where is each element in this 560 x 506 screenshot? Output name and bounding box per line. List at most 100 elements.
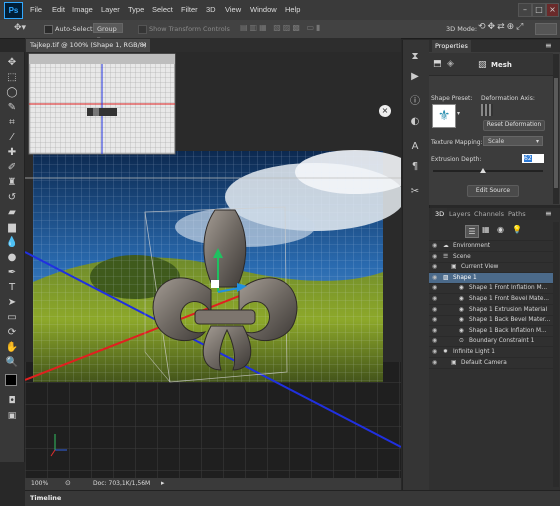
tab-paths[interactable]: Paths	[508, 208, 526, 220]
tab-properties[interactable]: Properties	[432, 40, 471, 52]
scene-item[interactable]: ◉ ▣ Default Camera	[429, 358, 553, 369]
shape-icon[interactable]: ▭	[4, 311, 20, 325]
menu-3d[interactable]: 3D	[206, 5, 216, 14]
scene-item[interactable]: ◉ ▨ Shape 1	[429, 272, 553, 284]
menu-file[interactable]: File	[30, 5, 42, 14]
dodge-icon[interactable]: ●	[4, 251, 20, 265]
visibility-eye-icon[interactable]: ◉	[432, 252, 437, 262]
preset-dropdown-arrow-icon[interactable]: ▾	[457, 110, 460, 117]
foreground-color-swatch[interactable]	[5, 374, 17, 386]
workspace-dropdown[interactable]	[535, 23, 557, 35]
properties-scrollbar[interactable]	[553, 54, 559, 204]
hand-icon[interactable]: ✋	[4, 341, 20, 355]
3d-panel-scrollbar[interactable]	[553, 222, 559, 487]
edit-source-button[interactable]: Edit Source	[467, 185, 519, 197]
scene-item[interactable]: ◉ ☁ Environment	[429, 241, 553, 252]
3d-rotate-icon[interactable]: ⟳	[4, 326, 20, 340]
visibility-eye-icon[interactable]: ◉	[432, 336, 437, 346]
visibility-eye-icon[interactable]: ◉	[432, 358, 437, 368]
extrusion-depth-slider[interactable]	[433, 170, 543, 172]
actions-icon[interactable]: ▶	[408, 70, 422, 84]
align-icons[interactable]: ▤▥▦ ▧▨▩ ▭▮	[240, 23, 322, 32]
info-icon[interactable]: ⓘ	[408, 95, 422, 109]
materials-filter-icon[interactable]: ◉	[497, 225, 504, 234]
adjustments-icon[interactable]: ◐	[408, 115, 422, 129]
scene-item[interactable]: ◉ ⊙ Boundary Constraint 1	[429, 336, 553, 348]
visibility-eye-icon[interactable]: ◉	[432, 262, 437, 272]
3d-panel-menu-icon[interactable]: ≡	[545, 209, 552, 218]
3d-mode-icons[interactable]: ⟲✥⇄⊕⤢	[478, 22, 525, 32]
blur-icon[interactable]: 💧	[4, 236, 20, 250]
auto-select-dropdown[interactable]: Group ▾	[93, 23, 123, 43]
close-window-button[interactable]: ×	[546, 3, 559, 17]
marquee-icon[interactable]: ⬚	[4, 71, 20, 85]
visibility-eye-icon[interactable]: ◉	[432, 283, 437, 293]
visibility-eye-icon[interactable]: ◉	[432, 294, 437, 304]
visibility-eye-icon[interactable]: ◉	[432, 315, 437, 325]
transform-controls-checkbox[interactable]	[138, 25, 147, 34]
paragraph-icon[interactable]: ¶	[408, 160, 422, 174]
scene-item[interactable]: ◉ ▣ Current View	[429, 262, 553, 274]
tool-presets-icon[interactable]: ✂	[408, 185, 422, 199]
visibility-eye-icon[interactable]: ◉	[432, 326, 437, 336]
menu-view[interactable]: View	[225, 5, 241, 14]
document-tab[interactable]: Tajkep.tif @ 100% (Shape 1, RGB/8) * ×	[26, 39, 150, 62]
zoom-level[interactable]: 100%	[31, 480, 48, 487]
pen-icon[interactable]: ✒	[4, 266, 20, 280]
menu-edit[interactable]: Edit	[52, 5, 65, 14]
menu-type[interactable]: Type	[128, 5, 144, 14]
close-secondary-view-icon[interactable]: ×	[379, 105, 391, 117]
lights-filter-icon[interactable]: 💡	[512, 225, 522, 234]
extrusion-slider-thumb[interactable]	[479, 168, 486, 173]
status-menu-arrow-icon[interactable]: ▸	[161, 479, 165, 487]
tab-layers[interactable]: Layers	[449, 208, 471, 220]
scene-item[interactable]: ◉ ◉ Shape 1 Front Inflation M...	[429, 283, 553, 295]
properties-mesh-icon[interactable]: ◈	[447, 59, 454, 69]
visibility-eye-icon[interactable]: ◉	[432, 273, 437, 283]
menu-filter[interactable]: Filter	[181, 5, 198, 14]
deformation-axis-grid[interactable]	[481, 104, 493, 116]
lasso-icon[interactable]: ◯	[4, 86, 20, 100]
stamp-icon[interactable]: ♜	[4, 176, 20, 190]
texture-mapping-dropdown[interactable]: Scale ▾	[483, 136, 543, 146]
move-tool-icon[interactable]: ✥▾	[14, 23, 26, 33]
minimize-button[interactable]: –	[518, 3, 532, 17]
tab-3d[interactable]: 3D	[432, 208, 448, 220]
brush-icon[interactable]: ✐	[4, 161, 20, 175]
visibility-eye-icon[interactable]: ◉	[432, 241, 437, 251]
menu-select[interactable]: Select	[152, 5, 173, 14]
properties-3d-icon[interactable]: ⬒	[433, 59, 442, 69]
whole-scene-icon[interactable]: ☰	[465, 225, 479, 238]
path-select-icon[interactable]: ➤	[4, 296, 20, 310]
close-tab-icon[interactable]: ×	[142, 39, 147, 52]
move-icon[interactable]: ✥	[4, 56, 20, 70]
maximize-button[interactable]: □	[532, 3, 546, 17]
scene-item[interactable]: ◉ ☰ Scene	[429, 252, 553, 263]
canvas-area[interactable]: ×	[25, 52, 401, 478]
timeline-panel-tab[interactable]: Timeline	[25, 490, 560, 506]
character-icon[interactable]: A	[408, 140, 422, 154]
menu-help[interactable]: Help	[285, 5, 300, 14]
tab-channels[interactable]: Channels	[474, 208, 504, 220]
history-icon[interactable]: ⧗	[408, 50, 422, 64]
scene-item[interactable]: ◉ ◉ Shape 1 Extrusion Material	[429, 305, 553, 316]
scene-item[interactable]: ◉ ◉ Shape 1 Front Bevel Mate...	[429, 294, 553, 305]
auto-select-checkbox[interactable]	[44, 25, 53, 34]
visibility-eye-icon[interactable]: ◉	[432, 347, 437, 357]
zoom-icon[interactable]: 🔍	[4, 356, 20, 370]
scene-item[interactable]: ◉ ◉ Shape 1 Back Inflation M...	[429, 326, 553, 337]
screen-mode-icon[interactable]: ▣	[4, 409, 20, 423]
scene-item[interactable]: ◉ ✹ Infinite Light 1	[429, 347, 553, 358]
shape-preset-thumbnail[interactable]: ⚜	[432, 104, 456, 128]
eraser-icon[interactable]: ▰	[4, 206, 20, 220]
quick-mask-icon[interactable]: ◘	[4, 394, 20, 408]
healing-icon[interactable]: ✚	[4, 146, 20, 160]
gradient-icon[interactable]: ▆	[4, 221, 20, 235]
extrusion-depth-input[interactable]: 62	[522, 154, 544, 163]
scene-canvas[interactable]	[25, 52, 401, 478]
crop-icon[interactable]: ⌗	[4, 116, 20, 130]
reset-deformation-button[interactable]: Reset Deformation	[483, 120, 545, 131]
type-icon[interactable]: T	[4, 281, 20, 295]
menu-layer[interactable]: Layer	[101, 5, 120, 14]
menu-image[interactable]: Image	[72, 5, 93, 14]
